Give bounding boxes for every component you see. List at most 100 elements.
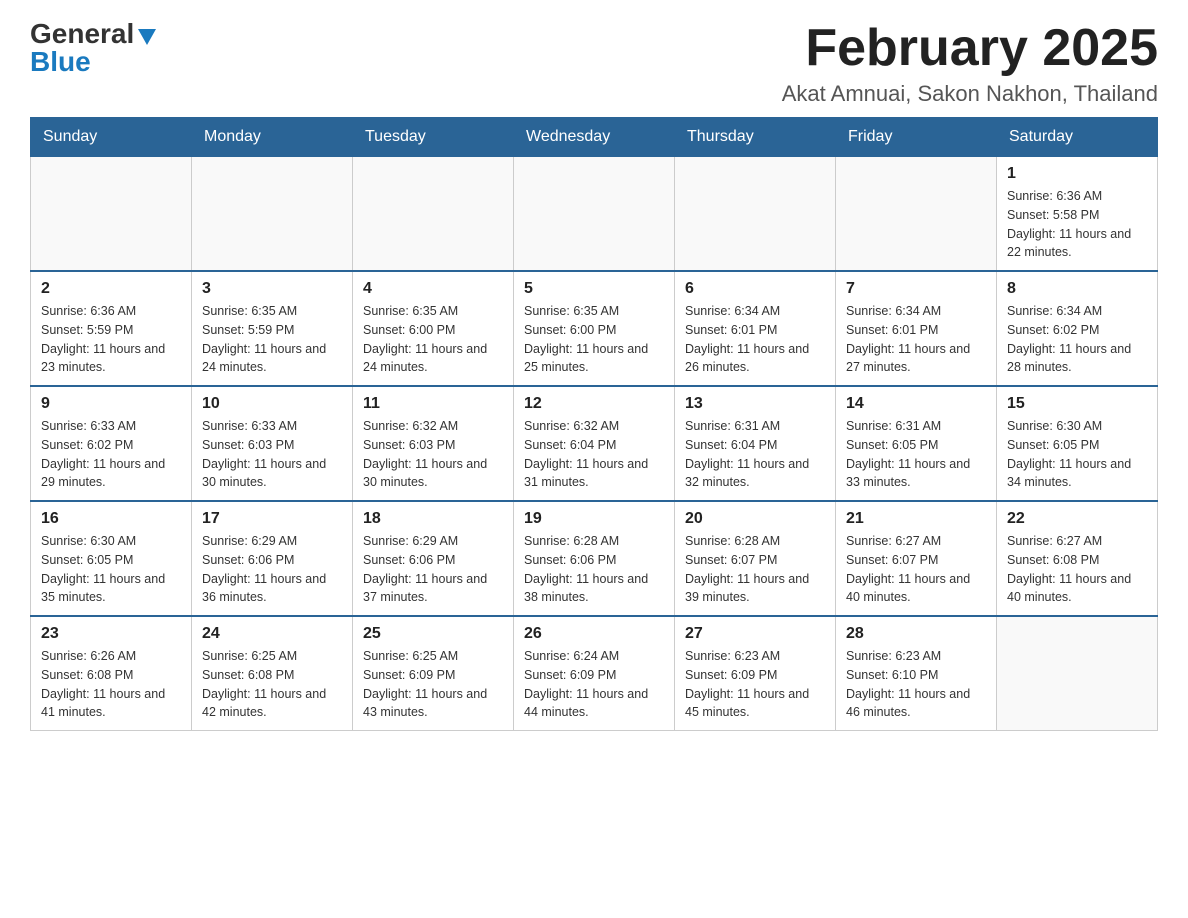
day-info: Sunrise: 6:27 AMSunset: 6:08 PMDaylight:… <box>1007 532 1147 607</box>
calendar-cell: 28 Sunrise: 6:23 AMSunset: 6:10 PMDayligh… <box>836 616 997 731</box>
calendar-cell: 8 Sunrise: 6:34 AMSunset: 6:02 PMDaylight… <box>997 271 1158 386</box>
day-number: 25 <box>363 625 503 643</box>
day-info: Sunrise: 6:29 AMSunset: 6:06 PMDaylight:… <box>363 532 503 607</box>
calendar-cell: 12 Sunrise: 6:32 AMSunset: 6:04 PMDayligh… <box>514 386 675 501</box>
day-number: 18 <box>363 510 503 528</box>
day-number: 6 <box>685 280 825 298</box>
day-info: Sunrise: 6:31 AMSunset: 6:04 PMDaylight:… <box>685 417 825 492</box>
calendar-cell: 14 Sunrise: 6:31 AMSunset: 6:05 PMDayligh… <box>836 386 997 501</box>
calendar-cell: 11Sunrise: 6:32 AMSunset: 6:03 PMDayligh… <box>353 386 514 501</box>
day-number: 8 <box>1007 280 1147 298</box>
day-info: Sunrise: 6:35 AMSunset: 6:00 PMDaylight:… <box>363 302 503 377</box>
column-header-sunday: Sunday <box>31 118 192 157</box>
day-number: 9 <box>41 395 181 413</box>
calendar-cell: 19 Sunrise: 6:28 AMSunset: 6:06 PMDayligh… <box>514 501 675 616</box>
calendar-cell: 24 Sunrise: 6:25 AMSunset: 6:08 PMDayligh… <box>192 616 353 731</box>
day-info: Sunrise: 6:24 AMSunset: 6:09 PMDaylight:… <box>524 647 664 722</box>
calendar-cell: 4Sunrise: 6:35 AMSunset: 6:00 PMDaylight… <box>353 271 514 386</box>
day-number: 21 <box>846 510 986 528</box>
day-info: Sunrise: 6:26 AMSunset: 6:08 PMDaylight:… <box>41 647 181 722</box>
day-info: Sunrise: 6:33 AMSunset: 6:02 PMDaylight:… <box>41 417 181 492</box>
calendar-cell <box>31 157 192 272</box>
calendar-cell: 16Sunrise: 6:30 AMSunset: 6:05 PMDayligh… <box>31 501 192 616</box>
logo-triangle-icon <box>138 29 156 45</box>
month-title: February 2025 <box>782 20 1158 77</box>
calendar-week-row: 2 Sunrise: 6:36 AMSunset: 5:59 PMDaylight… <box>31 271 1158 386</box>
day-info: Sunrise: 6:34 AMSunset: 6:02 PMDaylight:… <box>1007 302 1147 377</box>
calendar-table: SundayMondayTuesdayWednesdayThursdayFrid… <box>30 117 1158 731</box>
calendar-cell: 27 Sunrise: 6:23 AMSunset: 6:09 PMDayligh… <box>675 616 836 731</box>
day-info: Sunrise: 6:25 AMSunset: 6:08 PMDaylight:… <box>202 647 342 722</box>
calendar-cell: 9 Sunrise: 6:33 AMSunset: 6:02 PMDaylight… <box>31 386 192 501</box>
day-number: 17 <box>202 510 342 528</box>
day-number: 1 <box>1007 165 1147 183</box>
calendar-cell: 18 Sunrise: 6:29 AMSunset: 6:06 PMDayligh… <box>353 501 514 616</box>
calendar-week-row: 23Sunrise: 6:26 AMSunset: 6:08 PMDayligh… <box>31 616 1158 731</box>
calendar-cell: 5Sunrise: 6:35 AMSunset: 6:00 PMDaylight… <box>514 271 675 386</box>
day-info: Sunrise: 6:35 AMSunset: 6:00 PMDaylight:… <box>524 302 664 377</box>
day-number: 22 <box>1007 510 1147 528</box>
day-info: Sunrise: 6:32 AMSunset: 6:03 PMDaylight:… <box>363 417 503 492</box>
page-header: General Blue February 2025 Akat Amnuai, … <box>30 20 1158 107</box>
calendar-cell <box>675 157 836 272</box>
calendar-cell: 15 Sunrise: 6:30 AMSunset: 6:05 PMDayligh… <box>997 386 1158 501</box>
column-header-wednesday: Wednesday <box>514 118 675 157</box>
day-info: Sunrise: 6:30 AMSunset: 6:05 PMDaylight:… <box>1007 417 1147 492</box>
calendar-cell: 6Sunrise: 6:34 AMSunset: 6:01 PMDaylight… <box>675 271 836 386</box>
day-number: 7 <box>846 280 986 298</box>
day-number: 14 <box>846 395 986 413</box>
calendar-cell: 17 Sunrise: 6:29 AMSunset: 6:06 PMDayligh… <box>192 501 353 616</box>
day-number: 3 <box>202 280 342 298</box>
column-header-saturday: Saturday <box>997 118 1158 157</box>
day-info: Sunrise: 6:29 AMSunset: 6:06 PMDaylight:… <box>202 532 342 607</box>
day-info: Sunrise: 6:23 AMSunset: 6:09 PMDaylight:… <box>685 647 825 722</box>
calendar-cell <box>514 157 675 272</box>
calendar-cell: 10Sunrise: 6:33 AMSunset: 6:03 PMDayligh… <box>192 386 353 501</box>
day-info: Sunrise: 6:27 AMSunset: 6:07 PMDaylight:… <box>846 532 986 607</box>
calendar-cell: 26Sunrise: 6:24 AMSunset: 6:09 PMDayligh… <box>514 616 675 731</box>
day-info: Sunrise: 6:36 AMSunset: 5:59 PMDaylight:… <box>41 302 181 377</box>
calendar-cell <box>997 616 1158 731</box>
calendar-cell: 1 Sunrise: 6:36 AMSunset: 5:58 PMDaylight… <box>997 157 1158 272</box>
day-number: 12 <box>524 395 664 413</box>
day-info: Sunrise: 6:35 AMSunset: 5:59 PMDaylight:… <box>202 302 342 377</box>
day-info: Sunrise: 6:31 AMSunset: 6:05 PMDaylight:… <box>846 417 986 492</box>
calendar-week-row: 16Sunrise: 6:30 AMSunset: 6:05 PMDayligh… <box>31 501 1158 616</box>
calendar-cell: 22 Sunrise: 6:27 AMSunset: 6:08 PMDayligh… <box>997 501 1158 616</box>
calendar-cell: 21 Sunrise: 6:27 AMSunset: 6:07 PMDayligh… <box>836 501 997 616</box>
day-number: 19 <box>524 510 664 528</box>
calendar-cell <box>836 157 997 272</box>
column-header-tuesday: Tuesday <box>353 118 514 157</box>
calendar-cell: 25Sunrise: 6:25 AMSunset: 6:09 PMDayligh… <box>353 616 514 731</box>
calendar-week-row: 9 Sunrise: 6:33 AMSunset: 6:02 PMDaylight… <box>31 386 1158 501</box>
calendar-cell <box>192 157 353 272</box>
day-info: Sunrise: 6:32 AMSunset: 6:04 PMDaylight:… <box>524 417 664 492</box>
day-info: Sunrise: 6:23 AMSunset: 6:10 PMDaylight:… <box>846 647 986 722</box>
day-info: Sunrise: 6:28 AMSunset: 6:06 PMDaylight:… <box>524 532 664 607</box>
logo-general-text: General <box>30 20 134 48</box>
day-number: 16 <box>41 510 181 528</box>
day-number: 27 <box>685 625 825 643</box>
calendar-cell: 3 Sunrise: 6:35 AMSunset: 5:59 PMDaylight… <box>192 271 353 386</box>
column-header-friday: Friday <box>836 118 997 157</box>
logo: General Blue <box>30 20 156 76</box>
column-header-monday: Monday <box>192 118 353 157</box>
title-section: February 2025 Akat Amnuai, Sakon Nakhon,… <box>782 20 1158 107</box>
day-number: 2 <box>41 280 181 298</box>
calendar-cell: 7Sunrise: 6:34 AMSunset: 6:01 PMDaylight… <box>836 271 997 386</box>
calendar-cell: 20Sunrise: 6:28 AMSunset: 6:07 PMDayligh… <box>675 501 836 616</box>
calendar-cell: 13 Sunrise: 6:31 AMSunset: 6:04 PMDayligh… <box>675 386 836 501</box>
day-number: 15 <box>1007 395 1147 413</box>
calendar-week-row: 1 Sunrise: 6:36 AMSunset: 5:58 PMDaylight… <box>31 157 1158 272</box>
column-header-thursday: Thursday <box>675 118 836 157</box>
day-info: Sunrise: 6:28 AMSunset: 6:07 PMDaylight:… <box>685 532 825 607</box>
day-info: Sunrise: 6:36 AMSunset: 5:58 PMDaylight:… <box>1007 187 1147 262</box>
calendar-header-row: SundayMondayTuesdayWednesdayThursdayFrid… <box>31 118 1158 157</box>
day-number: 28 <box>846 625 986 643</box>
day-number: 13 <box>685 395 825 413</box>
day-number: 24 <box>202 625 342 643</box>
day-info: Sunrise: 6:33 AMSunset: 6:03 PMDaylight:… <box>202 417 342 492</box>
calendar-cell: 2 Sunrise: 6:36 AMSunset: 5:59 PMDaylight… <box>31 271 192 386</box>
calendar-cell: 23Sunrise: 6:26 AMSunset: 6:08 PMDayligh… <box>31 616 192 731</box>
calendar-cell <box>353 157 514 272</box>
